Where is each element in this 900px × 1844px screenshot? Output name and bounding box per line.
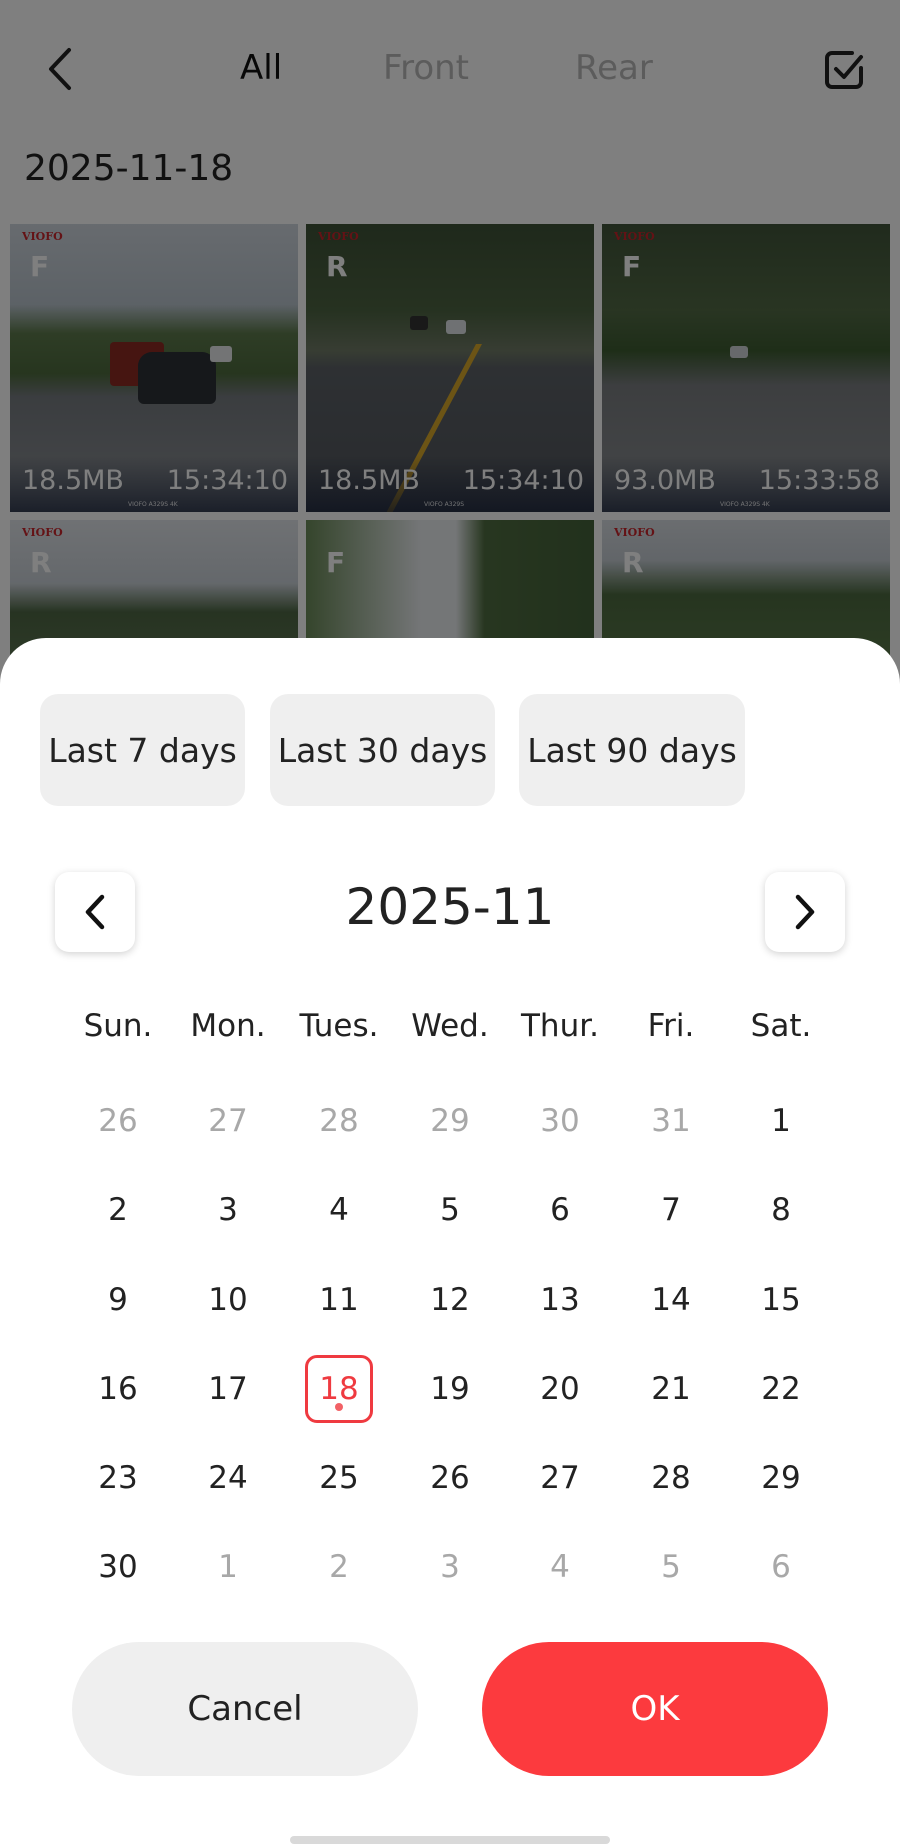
calendar-day[interactable]: 3 [193, 1175, 263, 1245]
calendar-day[interactable]: 23 [83, 1443, 153, 1513]
calendar-day[interactable]: 8 [746, 1175, 816, 1245]
calendar-day[interactable]: 29 [415, 1086, 485, 1156]
calendar-day[interactable]: 28 [304, 1086, 374, 1156]
weekday-label: Wed. [411, 1008, 489, 1044]
cancel-button[interactable]: Cancel [72, 1642, 418, 1776]
calendar-day[interactable]: 26 [415, 1443, 485, 1513]
calendar-day[interactable]: 6 [525, 1175, 595, 1245]
calendar-day[interactable]: 24 [193, 1443, 263, 1513]
calendar-day[interactable]: 26 [83, 1086, 153, 1156]
calendar-day[interactable]: 25 [304, 1443, 374, 1513]
calendar-day[interactable]: 28 [636, 1443, 706, 1513]
calendar-day[interactable]: 1 [193, 1532, 263, 1602]
calendar-day[interactable]: 19 [415, 1354, 485, 1424]
calendar-day[interactable]: 3 [415, 1532, 485, 1602]
last-90-days-button[interactable]: Last 90 days [519, 694, 745, 806]
calendar-day[interactable]: 14 [636, 1265, 706, 1335]
weekday-label: Fri. [647, 1008, 695, 1044]
calendar-day[interactable]: 2 [304, 1532, 374, 1602]
calendar-day[interactable]: 16 [83, 1354, 153, 1424]
calendar-day[interactable]: 15 [746, 1265, 816, 1335]
calendar-day[interactable]: 30 [525, 1086, 595, 1156]
calendar-day[interactable]: 22 [746, 1354, 816, 1424]
calendar-day[interactable]: 27 [193, 1086, 263, 1156]
next-month-button[interactable] [765, 872, 845, 952]
calendar-day[interactable]: 4 [525, 1532, 595, 1602]
last-30-days-button[interactable]: Last 30 days [270, 694, 495, 806]
weekday-header: Sun. Mon. Tues. Wed. Thur. Fri. Sat. [0, 1008, 900, 1052]
calendar-day[interactable]: 17 [193, 1354, 263, 1424]
calendar-day-selected[interactable]: 18 [305, 1355, 373, 1423]
calendar-day[interactable]: 2 [83, 1175, 153, 1245]
last-7-days-button[interactable]: Last 7 days [40, 694, 245, 806]
chevron-right-icon [795, 894, 815, 930]
ok-button[interactable]: OK [482, 1642, 828, 1776]
calendar-day[interactable]: 4 [304, 1175, 374, 1245]
calendar-day[interactable]: 11 [304, 1265, 374, 1335]
calendar-day[interactable]: 7 [636, 1175, 706, 1245]
calendar-day[interactable]: 1 [746, 1086, 816, 1156]
calendar-day[interactable]: 5 [636, 1532, 706, 1602]
home-indicator [290, 1836, 610, 1844]
weekday-label: Sat. [750, 1008, 812, 1044]
calendar-day[interactable]: 9 [83, 1265, 153, 1335]
calendar-day[interactable]: 21 [636, 1354, 706, 1424]
calendar-day[interactable]: 29 [746, 1443, 816, 1513]
calendar-day[interactable]: 30 [83, 1532, 153, 1602]
calendar-day[interactable]: 13 [525, 1265, 595, 1335]
weekday-label: Thur. [521, 1008, 599, 1044]
calendar-day[interactable]: 12 [415, 1265, 485, 1335]
calendar-day[interactable]: 5 [415, 1175, 485, 1245]
calendar-day[interactable]: 10 [193, 1265, 263, 1335]
calendar-day[interactable]: 31 [636, 1086, 706, 1156]
weekday-label: Mon. [190, 1008, 266, 1044]
weekday-label: Tues. [299, 1008, 379, 1044]
calendar-day[interactable]: 6 [746, 1532, 816, 1602]
date-picker-sheet: Last 7 days Last 30 days Last 90 days 20… [0, 638, 900, 1844]
calendar-day[interactable]: 20 [525, 1354, 595, 1424]
weekday-label: Sun. [83, 1008, 153, 1044]
calendar-day[interactable]: 27 [525, 1443, 595, 1513]
